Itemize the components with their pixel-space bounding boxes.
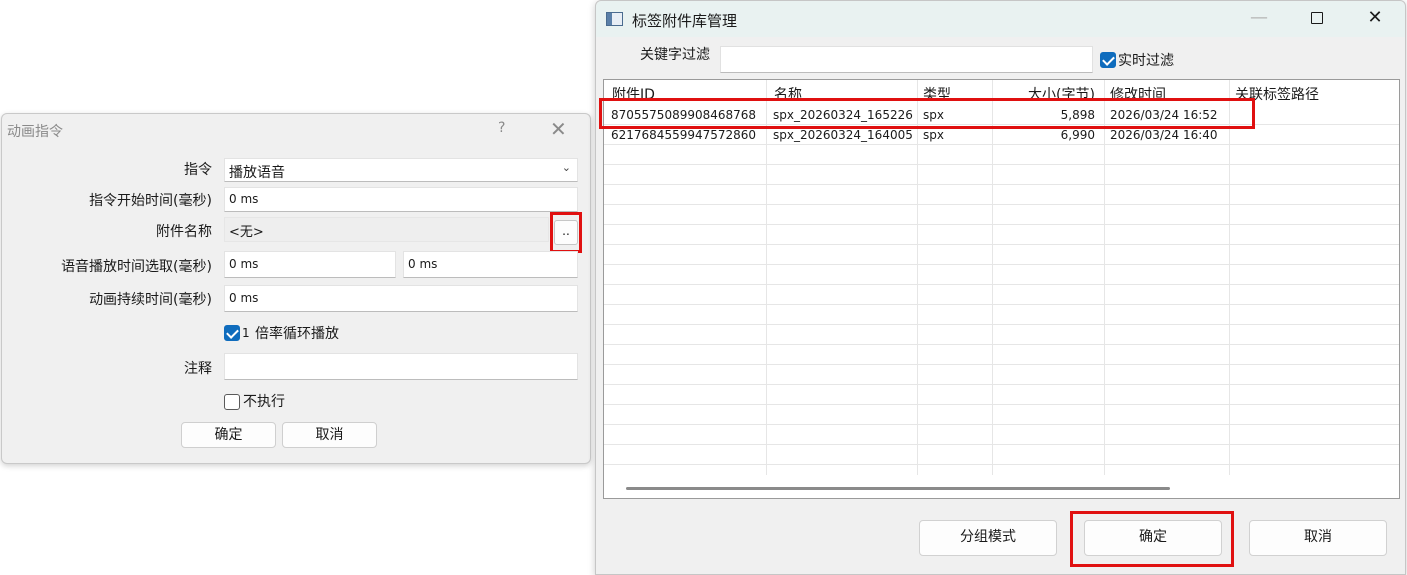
column-header-id[interactable]: 附件ID (612, 84, 655, 104)
horizontal-scrollbar[interactable] (626, 487, 1170, 490)
cell-id: 8705575089908468768 (611, 108, 757, 122)
ok-button[interactable]: 确定 (181, 422, 276, 448)
skip-label: 不执行 (243, 394, 285, 410)
duration-input[interactable]: 0 ms (224, 285, 578, 312)
column-header-mtime[interactable]: 修改时间 (1110, 84, 1166, 104)
browse-attachment-button[interactable]: .. (554, 220, 578, 245)
comment-label: 注释 (184, 361, 212, 377)
close-icon[interactable]: ✕ (550, 117, 567, 141)
cell-mtime: 2026/03/24 16:52 (1110, 108, 1218, 122)
minimize-icon[interactable]: — (1244, 7, 1274, 28)
ok-button[interactable]: 确定 (1084, 520, 1222, 556)
cancel-button[interactable]: 取消 (282, 422, 377, 448)
command-label: 指令 (184, 162, 212, 178)
voice-start-input[interactable]: 0 ms (224, 251, 396, 278)
cell-name: spx_20260324_164005 (773, 128, 913, 142)
loop-checkbox[interactable] (224, 325, 240, 341)
attachment-table[interactable]: 附件ID 名称 类型 大小(字节) 修改时间 关联标签路径 8705575089… (603, 79, 1400, 499)
group-mode-button[interactable]: 分组模式 (919, 520, 1057, 556)
loop-label: 倍率循环播放 (255, 326, 339, 342)
dialog-title: 动画指令 (7, 124, 63, 140)
duration-label: 动画持续时间(毫秒) (89, 292, 212, 308)
column-header-size[interactable]: 大小(字节) (1028, 84, 1095, 104)
column-header-path[interactable]: 关联标签路径 (1235, 84, 1319, 104)
chevron-down-icon: ⌄ (561, 161, 571, 174)
table-header: 附件ID 名称 类型 大小(字节) 修改时间 关联标签路径 (604, 80, 1399, 104)
maximize-icon[interactable] (1302, 7, 1332, 29)
loop-count: 1 (242, 326, 250, 340)
column-header-type[interactable]: 类型 (923, 84, 951, 104)
cell-mtime: 2026/03/24 16:40 (1110, 128, 1218, 142)
cell-name: spx_20260324_165226 (773, 108, 913, 122)
realtime-filter-checkbox[interactable] (1100, 52, 1116, 68)
cell-size: 5,898 (1060, 108, 1095, 122)
skip-checkbox[interactable] (224, 394, 240, 410)
start-time-label: 指令开始时间(毫秒) (89, 193, 212, 209)
column-header-name[interactable]: 名称 (774, 84, 802, 104)
command-select[interactable]: 播放语音 ⌄ (224, 158, 578, 182)
comment-input[interactable] (224, 353, 578, 380)
cell-type: spx (923, 108, 944, 122)
help-button[interactable]: ? (498, 120, 505, 136)
attachment-name-field: <无> (224, 217, 549, 242)
start-time-input[interactable]: 0 ms (224, 187, 578, 212)
dialog-title: 标签附件库管理 (632, 12, 738, 30)
cancel-button[interactable]: 取消 (1249, 520, 1387, 556)
dialog-titlebar: 动画指令 ? ✕ (2, 114, 590, 146)
voice-range-label: 语音播放时间选取(毫秒) (61, 259, 212, 275)
keyword-filter-label: 关键字过滤 (640, 47, 710, 63)
cell-type: spx (923, 128, 944, 142)
cell-id: 6217684559947572860 (611, 128, 757, 142)
attachment-library-dialog: 标签附件库管理 — ✕ 关键字过滤 实时过滤 附件ID 名称 类型 大小(字节)… (595, 0, 1406, 575)
command-value: 播放语音 (229, 165, 285, 181)
voice-end-input[interactable]: 0 ms (403, 251, 578, 278)
keyword-filter-input[interactable] (720, 46, 1093, 73)
cell-size: 6,990 (1060, 128, 1095, 142)
realtime-filter-label: 实时过滤 (1118, 53, 1174, 69)
attachment-name-label: 附件名称 (156, 224, 212, 240)
dialog-titlebar: 标签附件库管理 — ✕ (596, 1, 1405, 37)
app-icon (606, 12, 623, 26)
close-icon[interactable]: ✕ (1360, 7, 1390, 28)
animation-command-dialog: 动画指令 ? ✕ 指令 播放语音 ⌄ 指令开始时间(毫秒) 0 ms 附件名称 … (1, 113, 591, 464)
